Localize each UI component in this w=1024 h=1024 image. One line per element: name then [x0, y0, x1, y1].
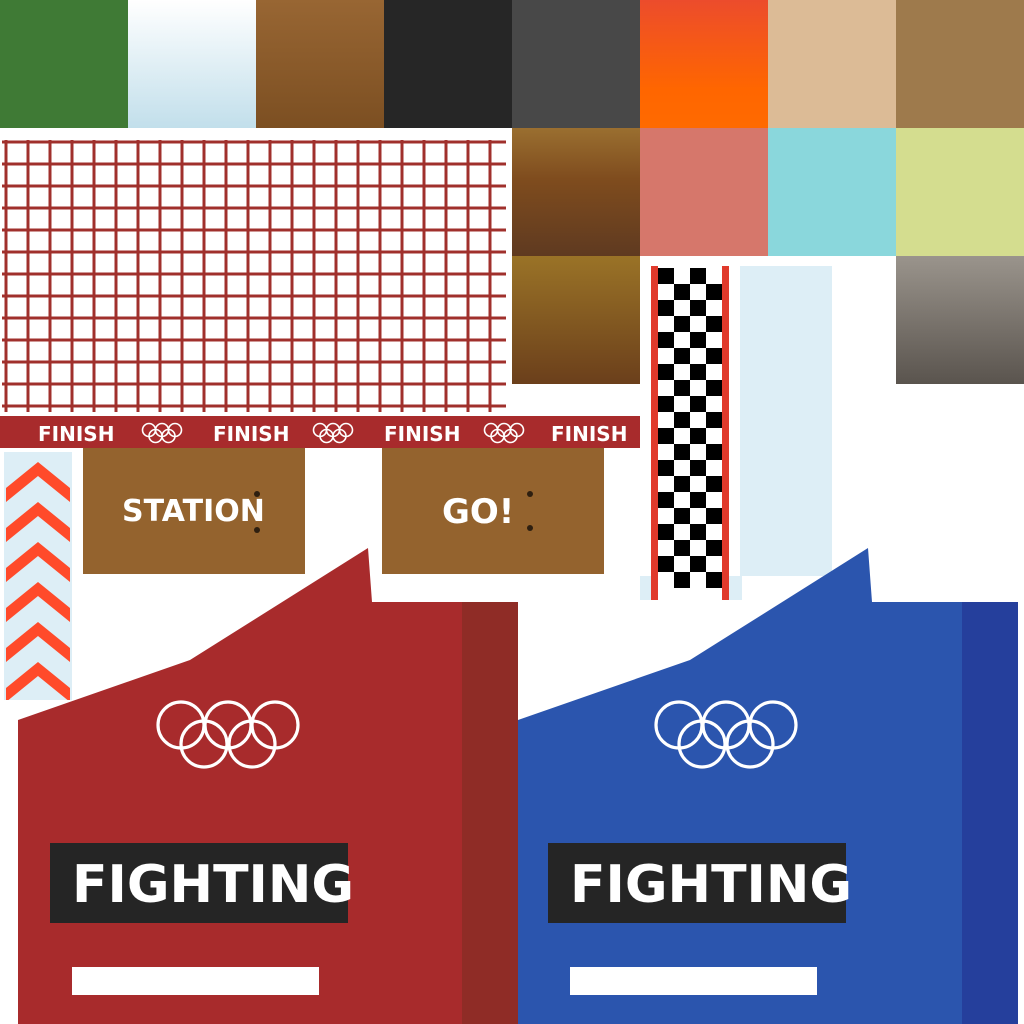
olympic-rings-icon — [312, 422, 354, 444]
fighting-label: FIGHTING — [72, 855, 355, 915]
swatch-snow-white — [128, 0, 256, 128]
olympic-rings-icon — [141, 422, 183, 444]
sign-bolt — [254, 491, 260, 497]
banner-label-1: FINISH — [38, 422, 115, 446]
checker-square — [658, 332, 674, 348]
checker-square — [706, 348, 722, 364]
checker-square — [674, 444, 690, 460]
checker-square — [690, 492, 706, 508]
swatch-orange — [640, 0, 768, 128]
checker-square — [658, 460, 674, 476]
white-stripe — [72, 967, 319, 995]
checker-square — [674, 284, 690, 300]
swatch-grass-green — [0, 0, 128, 128]
checker-square — [674, 412, 690, 428]
checker-square — [706, 380, 722, 396]
station-sign-label: STATION — [122, 494, 265, 529]
swatch-tan — [768, 0, 896, 128]
checker-square — [690, 524, 706, 540]
checker-square — [706, 284, 722, 300]
swatch-wood-brown — [256, 0, 384, 128]
blue-fighting-panel — [518, 548, 1018, 1024]
checker-square — [706, 444, 722, 460]
swatch-dark-gray — [512, 0, 640, 128]
olympic-rings-icon — [156, 700, 300, 769]
olympic-rings-icon — [654, 700, 798, 769]
swatch-khaki-brown — [896, 0, 1024, 128]
swatch-black — [384, 0, 512, 128]
white-stripe — [570, 967, 817, 995]
swatch-bark-gradient — [512, 128, 640, 256]
checker-square — [690, 300, 706, 316]
fighting-label: FIGHTING — [570, 855, 853, 915]
checker-square — [674, 508, 690, 524]
checker-square — [658, 524, 674, 540]
red-fighting-panel — [18, 548, 518, 1024]
checker-square — [658, 300, 674, 316]
checker-square — [674, 316, 690, 332]
checker-square — [658, 268, 674, 284]
checker-square — [674, 348, 690, 364]
sign-bolt — [527, 491, 533, 497]
go-sign-label: GO! — [442, 492, 515, 532]
checker-square — [674, 380, 690, 396]
checker-square — [690, 268, 706, 284]
checker-square — [658, 428, 674, 444]
checker-square — [658, 492, 674, 508]
swatch-cyan — [768, 128, 896, 256]
sign-bolt — [527, 525, 533, 531]
banner-label-3: FINISH — [384, 422, 461, 446]
checker-square — [658, 396, 674, 412]
swatch-stone-gradient — [896, 256, 1024, 384]
banner-label-4: FINISH — [551, 422, 628, 446]
pale-blue-backing — [740, 266, 832, 576]
checker-square — [706, 508, 722, 524]
goal-net-texture — [2, 140, 506, 412]
olympic-rings-icon — [483, 422, 525, 444]
checker-square — [706, 412, 722, 428]
checker-square — [706, 316, 722, 332]
checker-square — [690, 396, 706, 412]
checker-square — [674, 476, 690, 492]
swatch-pale-olive — [896, 128, 1024, 256]
sign-bolt — [254, 527, 260, 533]
checker-square — [706, 476, 722, 492]
checker-square — [690, 364, 706, 380]
checker-square — [690, 332, 706, 348]
banner-label-2: FINISH — [213, 422, 290, 446]
swatch-salmon — [640, 128, 768, 256]
swatch-dirt-gradient — [512, 256, 640, 384]
checker-square — [690, 428, 706, 444]
checker-square — [658, 364, 674, 380]
checker-square — [690, 460, 706, 476]
